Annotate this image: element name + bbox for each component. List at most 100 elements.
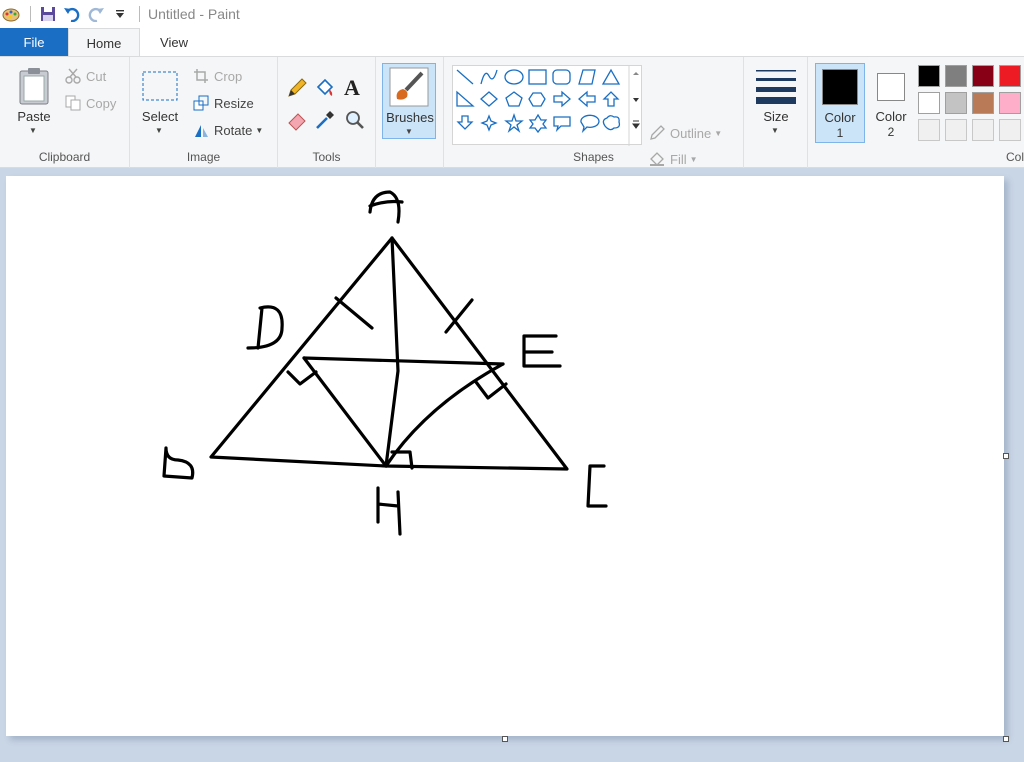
save-icon[interactable] — [37, 3, 59, 25]
resize-handle-right[interactable] — [1003, 453, 1009, 459]
palette-color-swatch[interactable] — [945, 65, 967, 87]
line-shape-icon — [456, 69, 474, 85]
text-tool-icon[interactable]: A — [344, 75, 360, 101]
palette-color-swatch[interactable] — [918, 119, 940, 141]
letter-d — [246, 305, 284, 350]
image-group-label: Image — [186, 150, 221, 164]
rectangle-shape-icon — [528, 69, 547, 85]
paint-app-icon[interactable] — [0, 3, 22, 25]
outline-button[interactable]: Outline ▼ — [648, 122, 722, 144]
chevron-down-icon: ▼ — [155, 126, 163, 135]
copy-icon — [64, 94, 82, 112]
midline-de — [302, 356, 505, 366]
brushes-button[interactable]: Brushes ▼ — [382, 63, 436, 139]
rounded-rectangle-shape-icon — [552, 69, 571, 85]
eraser-icon[interactable] — [286, 109, 308, 134]
undo-icon[interactable] — [61, 3, 83, 25]
resize-handle-corner[interactable] — [1003, 736, 1009, 742]
tab-home[interactable]: Home — [68, 28, 140, 57]
cut-button[interactable]: Cut — [64, 65, 106, 87]
clipboard-group: Paste ▼ Cut Copy Clipboard — [0, 57, 130, 168]
select-label: Select — [141, 109, 179, 124]
resize-handle-bottom[interactable] — [502, 736, 508, 742]
palette-color-swatch[interactable] — [945, 92, 967, 114]
right-arrow-shape-icon — [553, 90, 571, 108]
crop-button[interactable]: Crop — [192, 65, 242, 87]
outline-pen-icon — [648, 124, 666, 142]
palette-color-swatch[interactable] — [999, 119, 1021, 141]
crop-icon — [192, 67, 210, 85]
up-arrow-shape-icon — [602, 91, 620, 107]
clipboard-group-label: Clipboard — [38, 150, 91, 164]
pencil-icon[interactable] — [286, 77, 308, 102]
color-picker-icon[interactable] — [314, 109, 336, 134]
palette-color-swatch[interactable] — [972, 92, 994, 114]
magnifier-icon[interactable] — [344, 109, 366, 134]
size-group: Size ▼ — [744, 57, 808, 168]
resize-button[interactable]: Resize — [192, 92, 254, 114]
drawing-canvas[interactable] — [6, 176, 1004, 736]
down-arrow-shape-icon — [456, 115, 474, 130]
fill-label: Fill — [670, 151, 687, 167]
select-button[interactable]: Select ▼ — [138, 63, 182, 139]
selection-rectangle-icon — [142, 71, 178, 101]
scroll-down-icon — [633, 98, 639, 102]
scissors-icon — [64, 67, 82, 85]
window-title: Untitled - Paint — [148, 6, 240, 22]
customize-toolbar-icon[interactable] — [109, 3, 131, 25]
canvas-area[interactable] — [0, 169, 1024, 762]
clipboard-icon — [19, 68, 49, 105]
chevron-down-icon: ▼ — [689, 154, 698, 164]
outline-label: Outline — [670, 125, 712, 141]
resize-label: Resize — [214, 95, 254, 111]
tick-mark — [334, 296, 374, 330]
rotate-button[interactable]: Rotate ▼ — [192, 119, 263, 141]
paste-button[interactable]: Paste ▼ — [12, 63, 56, 139]
altitude-line — [384, 236, 400, 468]
size-label: Size — [763, 109, 789, 124]
rotate-label: Rotate — [214, 122, 253, 138]
title-bar: Untitled - Paint — [0, 0, 1024, 28]
redo-icon[interactable] — [85, 3, 107, 25]
brushes-group: Brushes ▼ — [376, 57, 444, 168]
color1-label: Color — [824, 110, 856, 125]
color2-label: Color — [875, 109, 907, 124]
image-group: Select ▼ Crop Resize Rotate ▼ Image — [130, 57, 278, 168]
palette-color-swatch[interactable] — [945, 119, 967, 141]
tools-group: A Tools — [278, 57, 376, 168]
paste-label: Paste — [17, 109, 51, 124]
palette-color-swatch[interactable] — [972, 65, 994, 87]
colors-group: Color 1 Color 2 Col — [808, 57, 1024, 168]
copy-button[interactable]: Copy — [64, 92, 116, 114]
ribbon: Paste ▼ Cut Copy Clipboard Select ▼ Crop… — [0, 56, 1024, 168]
shape-icons[interactable] — [453, 66, 643, 146]
palette-color-swatch[interactable] — [918, 92, 940, 114]
fill-button[interactable]: Fill ▼ — [648, 148, 698, 170]
hexagon-shape-icon — [528, 92, 546, 107]
polygon-shape-icon — [578, 69, 596, 85]
line-dh — [302, 356, 388, 468]
curve-shape-icon — [480, 69, 498, 85]
copy-label: Copy — [86, 95, 117, 111]
chevron-down-icon: ▼ — [714, 128, 723, 138]
fill-shape-icon — [648, 150, 666, 168]
chevron-down-icon: ▼ — [771, 126, 779, 135]
fill-bucket-icon[interactable] — [314, 77, 336, 102]
palette-color-swatch[interactable] — [972, 119, 994, 141]
palette-color-swatch[interactable] — [999, 65, 1021, 87]
shapes-gallery — [452, 65, 643, 146]
letter-c — [586, 464, 608, 508]
chevron-down-icon: ▼ — [255, 125, 264, 135]
letter-b — [162, 446, 195, 480]
palette-color-swatch[interactable] — [918, 65, 940, 87]
size-button[interactable]: Size ▼ — [752, 63, 800, 139]
palette-color-swatch[interactable] — [999, 92, 1021, 114]
tab-file[interactable]: File — [0, 28, 68, 56]
color2-swatch — [877, 73, 905, 101]
color1-number: 1 — [836, 126, 844, 140]
diamond-shape-icon — [480, 91, 498, 107]
color2-button[interactable]: Color 2 — [869, 63, 913, 143]
tab-view[interactable]: View — [140, 28, 208, 56]
left-arrow-shape-icon — [578, 90, 596, 108]
color1-button[interactable]: Color 1 — [815, 63, 865, 143]
